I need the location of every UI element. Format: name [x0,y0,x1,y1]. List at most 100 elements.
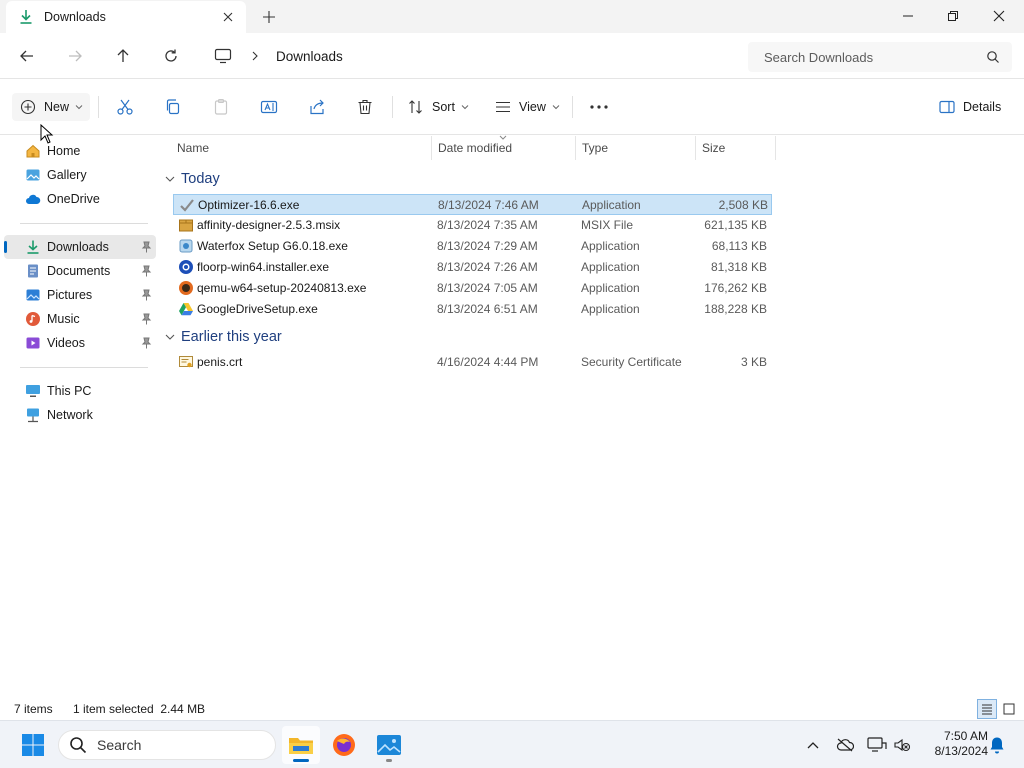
breadcrumb-current[interactable]: Downloads [276,49,343,64]
paste-button[interactable] [212,93,230,121]
column-header-name[interactable]: Name [177,136,427,160]
sidebar-item-music[interactable]: Music [4,307,156,331]
tab-downloads[interactable]: Downloads [6,1,246,33]
file-size: 68,113 KB [711,239,767,253]
windows-logo-icon [22,734,44,756]
start-button[interactable] [14,726,52,764]
chevron-down-icon [75,105,83,110]
monitor-icon [214,48,232,64]
file-name: Waterfox Setup G6.0.18.exe [197,239,348,253]
taskbar-photos-app[interactable] [370,726,408,764]
column-separator[interactable] [431,136,432,160]
search-input[interactable]: Search Downloads [764,50,873,65]
details-pane-button[interactable]: Details [939,93,1001,121]
minimize-button[interactable] [893,4,923,28]
sidebar-item-documents[interactable]: Documents [4,259,156,283]
sidebar-item-network[interactable]: Network [4,403,156,427]
more-options-button[interactable] [589,93,609,121]
file-row[interactable]: affinity-designer-2.5.3.msix 8/13/2024 7… [173,215,772,236]
tiles-view-button[interactable] [999,699,1019,719]
onedrive-icon [26,194,41,204]
cloud-offline-icon [836,738,854,752]
file-size: 81,318 KB [710,260,767,274]
downloads-icon [27,240,39,254]
file-row[interactable]: Waterfox Setup G6.0.18.exe 8/13/2024 7:2… [173,236,772,257]
up-button[interactable] [111,45,135,67]
group-header-today[interactable]: Today [164,168,220,190]
sidebar-item-pictures[interactable]: Pictures [4,283,156,307]
taskbar-firefox[interactable] [325,726,363,764]
new-tab-icon[interactable] [260,8,278,26]
file-row[interactable]: floorp-win64.installer.exe 8/13/2024 7:2… [173,257,772,278]
close-tab-icon[interactable] [220,9,236,25]
column-header-type[interactable]: Type [582,136,692,160]
sidebar-item-onedrive[interactable]: OneDrive [4,187,156,211]
restore-icon [948,11,958,21]
chevron-down-icon [165,334,175,340]
pin-icon[interactable] [141,241,152,253]
share-button[interactable] [308,93,326,121]
file-row[interactable]: GoogleDriveSetup.exe 8/13/2024 6:51 AM A… [173,299,772,320]
pin-icon[interactable] [141,337,152,349]
certificate-icon [179,356,193,368]
sidebar-item-gallery[interactable]: Gallery [4,163,156,187]
forward-button[interactable] [63,45,87,67]
sidebar-item-label: Gallery [47,168,87,182]
close-window-button[interactable] [984,4,1014,28]
firefox-icon [333,734,355,756]
notifications-button[interactable] [987,735,1007,755]
view-button[interactable]: View [495,93,560,121]
file-name: qemu-w64-setup-20240813.exe [197,281,367,295]
close-icon [993,10,1005,22]
sidebar-item-videos[interactable]: Videos [4,331,156,355]
mouse-cursor-icon [40,124,54,144]
chevron-down-icon [165,176,175,182]
clipboard-icon [214,98,228,115]
column-separator[interactable] [775,136,776,160]
rename-button[interactable] [260,93,278,121]
details-view-button[interactable] [977,699,997,719]
system-clock[interactable]: 7:50 AM 8/13/2024 [918,729,988,759]
file-size: 3 KB [740,355,767,369]
refresh-icon [165,49,177,62]
taskbar-file-explorer[interactable] [282,726,320,764]
file-row[interactable]: qemu-w64-setup-20240813.exe 8/13/2024 7:… [173,278,772,299]
tray-network[interactable] [867,735,887,755]
file-row[interactable]: Optimizer-16.6.exe 8/13/2024 7:46 AM App… [173,194,772,215]
group-header-earlier-this-year[interactable]: Earlier this year [164,326,282,348]
back-button[interactable] [15,45,39,67]
column-header-size[interactable]: Size [702,136,772,160]
selection-info: 1 item selected 2.44 MB [73,702,206,716]
music-icon [26,312,40,326]
sidebar-item-home[interactable]: Home [4,139,156,163]
restore-button[interactable] [938,4,968,28]
search-box[interactable]: Search Downloads [748,42,1012,72]
command-separator [572,96,573,118]
taskbar-search[interactable]: Search [58,730,276,760]
chevron-down-icon [461,105,469,110]
sidebar-item-downloads[interactable]: Downloads [4,235,156,259]
sort-button[interactable]: Sort [408,93,469,121]
pin-icon[interactable] [141,313,152,325]
copy-button[interactable] [164,93,182,121]
tray-volume[interactable] [892,735,912,755]
pin-icon[interactable] [141,265,152,277]
column-separator[interactable] [575,136,576,160]
navigation-pane: Home Gallery OneDrive Downloads Document… [0,136,160,696]
new-button[interactable]: New [12,93,90,121]
tray-onedrive[interactable] [835,735,855,755]
breadcrumb[interactable]: Downloads [204,40,734,72]
pin-icon[interactable] [141,289,152,301]
column-separator[interactable] [695,136,696,160]
file-name: floorp-win64.installer.exe [197,260,330,274]
cut-button[interactable] [116,93,134,121]
plus-circle-icon [20,99,36,115]
sidebar-item-label: Network [47,408,93,422]
share-icon [310,99,324,115]
file-row[interactable]: penis.crt 4/16/2024 4:44 PM Security Cer… [173,352,772,373]
clock-time: 7:50 AM [943,729,988,743]
refresh-button[interactable] [159,45,183,67]
delete-button[interactable] [356,93,374,121]
show-hidden-icons-button[interactable] [803,735,823,755]
sidebar-item-this-pc[interactable]: This PC [4,379,156,403]
